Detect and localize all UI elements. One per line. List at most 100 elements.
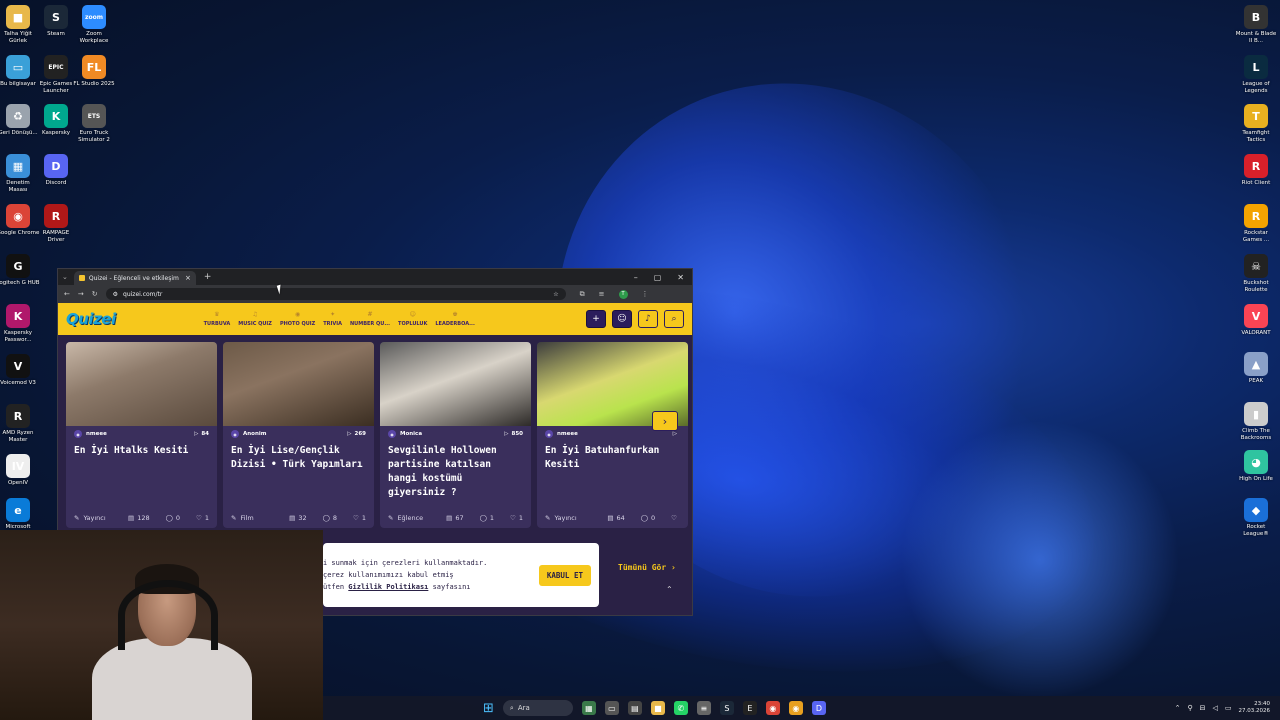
scroll-top-icon[interactable]: ⌃ — [666, 585, 673, 594]
task-view-icon[interactable]: ▭ — [604, 701, 619, 715]
clock[interactable]: 23:40 27.03.2026 — [1239, 701, 1271, 715]
minimize-icon[interactable]: – — [634, 273, 638, 282]
quiz-card[interactable]: ◉ nmeee ▷ 84 En İyi Htalks Kesiti ✎ Yayı… — [66, 342, 217, 528]
nav-item-topluluk[interactable]: ☺ TOPLULUK — [398, 311, 427, 327]
url-field[interactable]: ⚙ quizei.com/tr ☆ — [105, 288, 566, 300]
quiz-card[interactable]: ◉ nmeee ▷ En İyi Batuhanfurkan Kesiti ✎ … — [537, 342, 688, 528]
card-category[interactable]: ✎ Film — [231, 514, 254, 522]
calculator-icon[interactable]: ▤ — [627, 701, 642, 715]
new-tab-button[interactable]: + — [204, 272, 212, 282]
privacy-policy-link[interactable]: Gizlilik Politikası — [348, 583, 428, 591]
card-title[interactable]: Sevgilinle Hollowen partisine katılsan h… — [380, 442, 531, 512]
card-author[interactable]: ◉ nmeee — [545, 430, 578, 438]
back-icon[interactable]: ← — [64, 290, 70, 298]
nav-item-number-qu[interactable]: # NUMBER QU... — [350, 311, 390, 327]
close-tab-icon[interactable]: × — [185, 274, 191, 282]
profile-icon[interactable]: ☺ — [612, 310, 632, 328]
network-icon[interactable]: ⊟ — [1200, 704, 1206, 712]
battery-icon[interactable]: ▭ — [1225, 704, 1232, 712]
desktop-icon-rocket-league[interactable]: ◆ Rocket League® — [1234, 498, 1278, 538]
extensions-icon[interactable]: ⧉ — [580, 290, 585, 299]
quiz-card[interactable]: ◉ Monica ▷ 850 Sevgilinle Hollowen parti… — [380, 342, 531, 528]
start-button[interactable]: ⊞ — [483, 701, 494, 716]
card-author[interactable]: ◉ nmeee — [74, 430, 107, 438]
chrome-icon[interactable]: ◉ — [765, 701, 780, 715]
desktop-icon-euro-truck[interactable]: ETS Euro Truck Simulator 2 — [72, 104, 116, 144]
desktop-icon-rockstar[interactable]: R Rockstar Games ... — [1234, 204, 1278, 244]
menu-icon[interactable]: ⋮ — [642, 290, 649, 299]
desktop-icon-climb-backrooms[interactable]: ▮ Climb The Backrooms — [1234, 402, 1278, 442]
volume-icon[interactable]: ◁ — [1212, 704, 1217, 712]
card-category[interactable]: ✎ Yayıncı — [74, 514, 106, 522]
tab-groups-icon[interactable]: ≡ — [599, 290, 605, 299]
like-count[interactable]: ♡ 1 — [510, 514, 523, 522]
taskbar-search[interactable]: ⌕ Ara — [502, 700, 573, 716]
like-count[interactable]: ♡ — [671, 514, 680, 522]
epic-icon[interactable]: E — [742, 701, 757, 715]
desktop-icon-buckshot[interactable]: ☠ Buckshot Roulette — [1234, 254, 1278, 294]
steam-icon[interactable]: S — [719, 701, 734, 715]
card-category[interactable]: ✎ Yayıncı — [545, 514, 577, 522]
accept-cookies-button[interactable]: KABUL ET — [538, 564, 591, 586]
profile-avatar[interactable]: T — [618, 289, 628, 299]
desktop-icon-logitech[interactable]: G Logitech G HUB — [0, 254, 40, 287]
tab-search-icon[interactable]: ⌄ — [62, 273, 68, 281]
see-all-link[interactable]: Tümünü Gör › — [618, 563, 676, 572]
file-explorer-icon[interactable]: ■ — [650, 701, 665, 715]
quiz-thumbnail[interactable] — [380, 342, 531, 426]
desktop-icon-peak[interactable]: ▲ PEAK — [1234, 352, 1278, 385]
create-quiz-button[interactable]: + — [586, 310, 606, 328]
forward-icon[interactable]: → — [78, 290, 84, 298]
reload-icon[interactable]: ↻ — [92, 290, 98, 298]
browser-tab[interactable]: Quizei - Eğlenceli ve etkileşimli × — [73, 271, 196, 285]
like-count[interactable]: ♡ 1 — [353, 514, 366, 522]
card-author[interactable]: ◉ Monica — [388, 430, 422, 438]
notifications-bell-icon[interactable]: ♪ — [638, 310, 658, 328]
quiz-card[interactable]: ◉ Anonim ▷ 269 En İyi Lise/Gençlik Dizis… — [223, 342, 374, 528]
nav-item-trivia[interactable]: ✦ TRIVIA — [323, 311, 342, 327]
desktop-icon-zoom[interactable]: zoom Zoom Workplace — [72, 5, 116, 45]
desktop-icon-edge[interactable]: e Microsoft — [0, 498, 40, 531]
card-author[interactable]: ◉ Anonim — [231, 430, 266, 438]
widget-icon[interactable]: ▦ — [581, 701, 596, 715]
desktop-icon-bannerlord[interactable]: B Mount & Blade II B... — [1234, 5, 1278, 45]
search-icon[interactable]: ⌕ — [664, 310, 684, 328]
tray-chevron-icon[interactable]: ⌃ — [1175, 704, 1181, 712]
nav-item-leaderboa[interactable]: ♚ LEADERBOA... — [435, 311, 474, 327]
mic-icon[interactable]: ⚲ — [1187, 704, 1192, 712]
site-info-icon[interactable]: ⚙ — [113, 291, 118, 298]
maximize-icon[interactable]: ▢ — [654, 273, 662, 282]
nav-item-photo-quiz[interactable]: ◉ PHOTO QUIZ — [280, 311, 315, 327]
quiz-thumbnail[interactable] — [223, 342, 374, 426]
nav-item-turbuva[interactable]: ♛ TURBUVA — [204, 311, 231, 327]
ets-icon[interactable]: ≡ — [696, 701, 711, 715]
desktop-icon-voicemod[interactable]: V Voicemod V3 — [0, 354, 40, 387]
close-window-icon[interactable]: ✕ — [677, 273, 684, 282]
quiz-thumbnail[interactable] — [66, 342, 217, 426]
desktop-icon-ryzen-master[interactable]: R AMD Ryzen Master — [0, 404, 40, 444]
card-title[interactable]: En İyi Htalks Kesiti — [66, 442, 217, 512]
heart-icon: ♡ — [196, 514, 202, 522]
like-count[interactable]: ♡ 1 — [196, 514, 209, 522]
bookmark-star-icon[interactable]: ☆ — [553, 291, 558, 298]
desktop-icon-high-on-life[interactable]: ◕ High On Life — [1234, 450, 1278, 483]
carousel-next-button[interactable]: › — [652, 411, 678, 431]
openiv-icon: IV — [6, 454, 30, 478]
whatsapp-icon[interactable]: ✆ — [673, 701, 688, 715]
desktop-icon-rampage[interactable]: R RAMPAGE Driver — [34, 204, 78, 244]
card-title[interactable]: En İyi Lise/Gençlik Dizisi • Türk Yapıml… — [223, 442, 374, 512]
discord-icon[interactable]: D — [811, 701, 826, 715]
site-logo[interactable]: Quizei — [66, 310, 116, 328]
desktop-icon-kaspersky-password[interactable]: K Kaspersky Passwor... — [0, 304, 40, 344]
card-title[interactable]: En İyi Batuhanfurkan Kesiti — [537, 442, 688, 512]
desktop-icon-fl-studio[interactable]: FL FL Studio 2025 — [72, 55, 116, 88]
desktop-icon-openiv[interactable]: IV OpenIV — [0, 454, 40, 487]
desktop-icon-riot[interactable]: R Riot Client — [1234, 154, 1278, 187]
desktop-icon-league[interactable]: L League of Legends — [1234, 55, 1278, 95]
nav-item-music-quiz[interactable]: ♫ MUSIC QUIZ — [238, 311, 272, 327]
desktop-icon-valorant[interactable]: V VALORANT — [1234, 304, 1278, 337]
chrome-2-icon[interactable]: ◉ — [788, 701, 803, 715]
desktop-icon-discord[interactable]: D Discord — [34, 154, 78, 187]
card-category[interactable]: ✎ Eğlence — [388, 514, 423, 522]
desktop-icon-tft[interactable]: T Teamfight Tactics — [1234, 104, 1278, 144]
